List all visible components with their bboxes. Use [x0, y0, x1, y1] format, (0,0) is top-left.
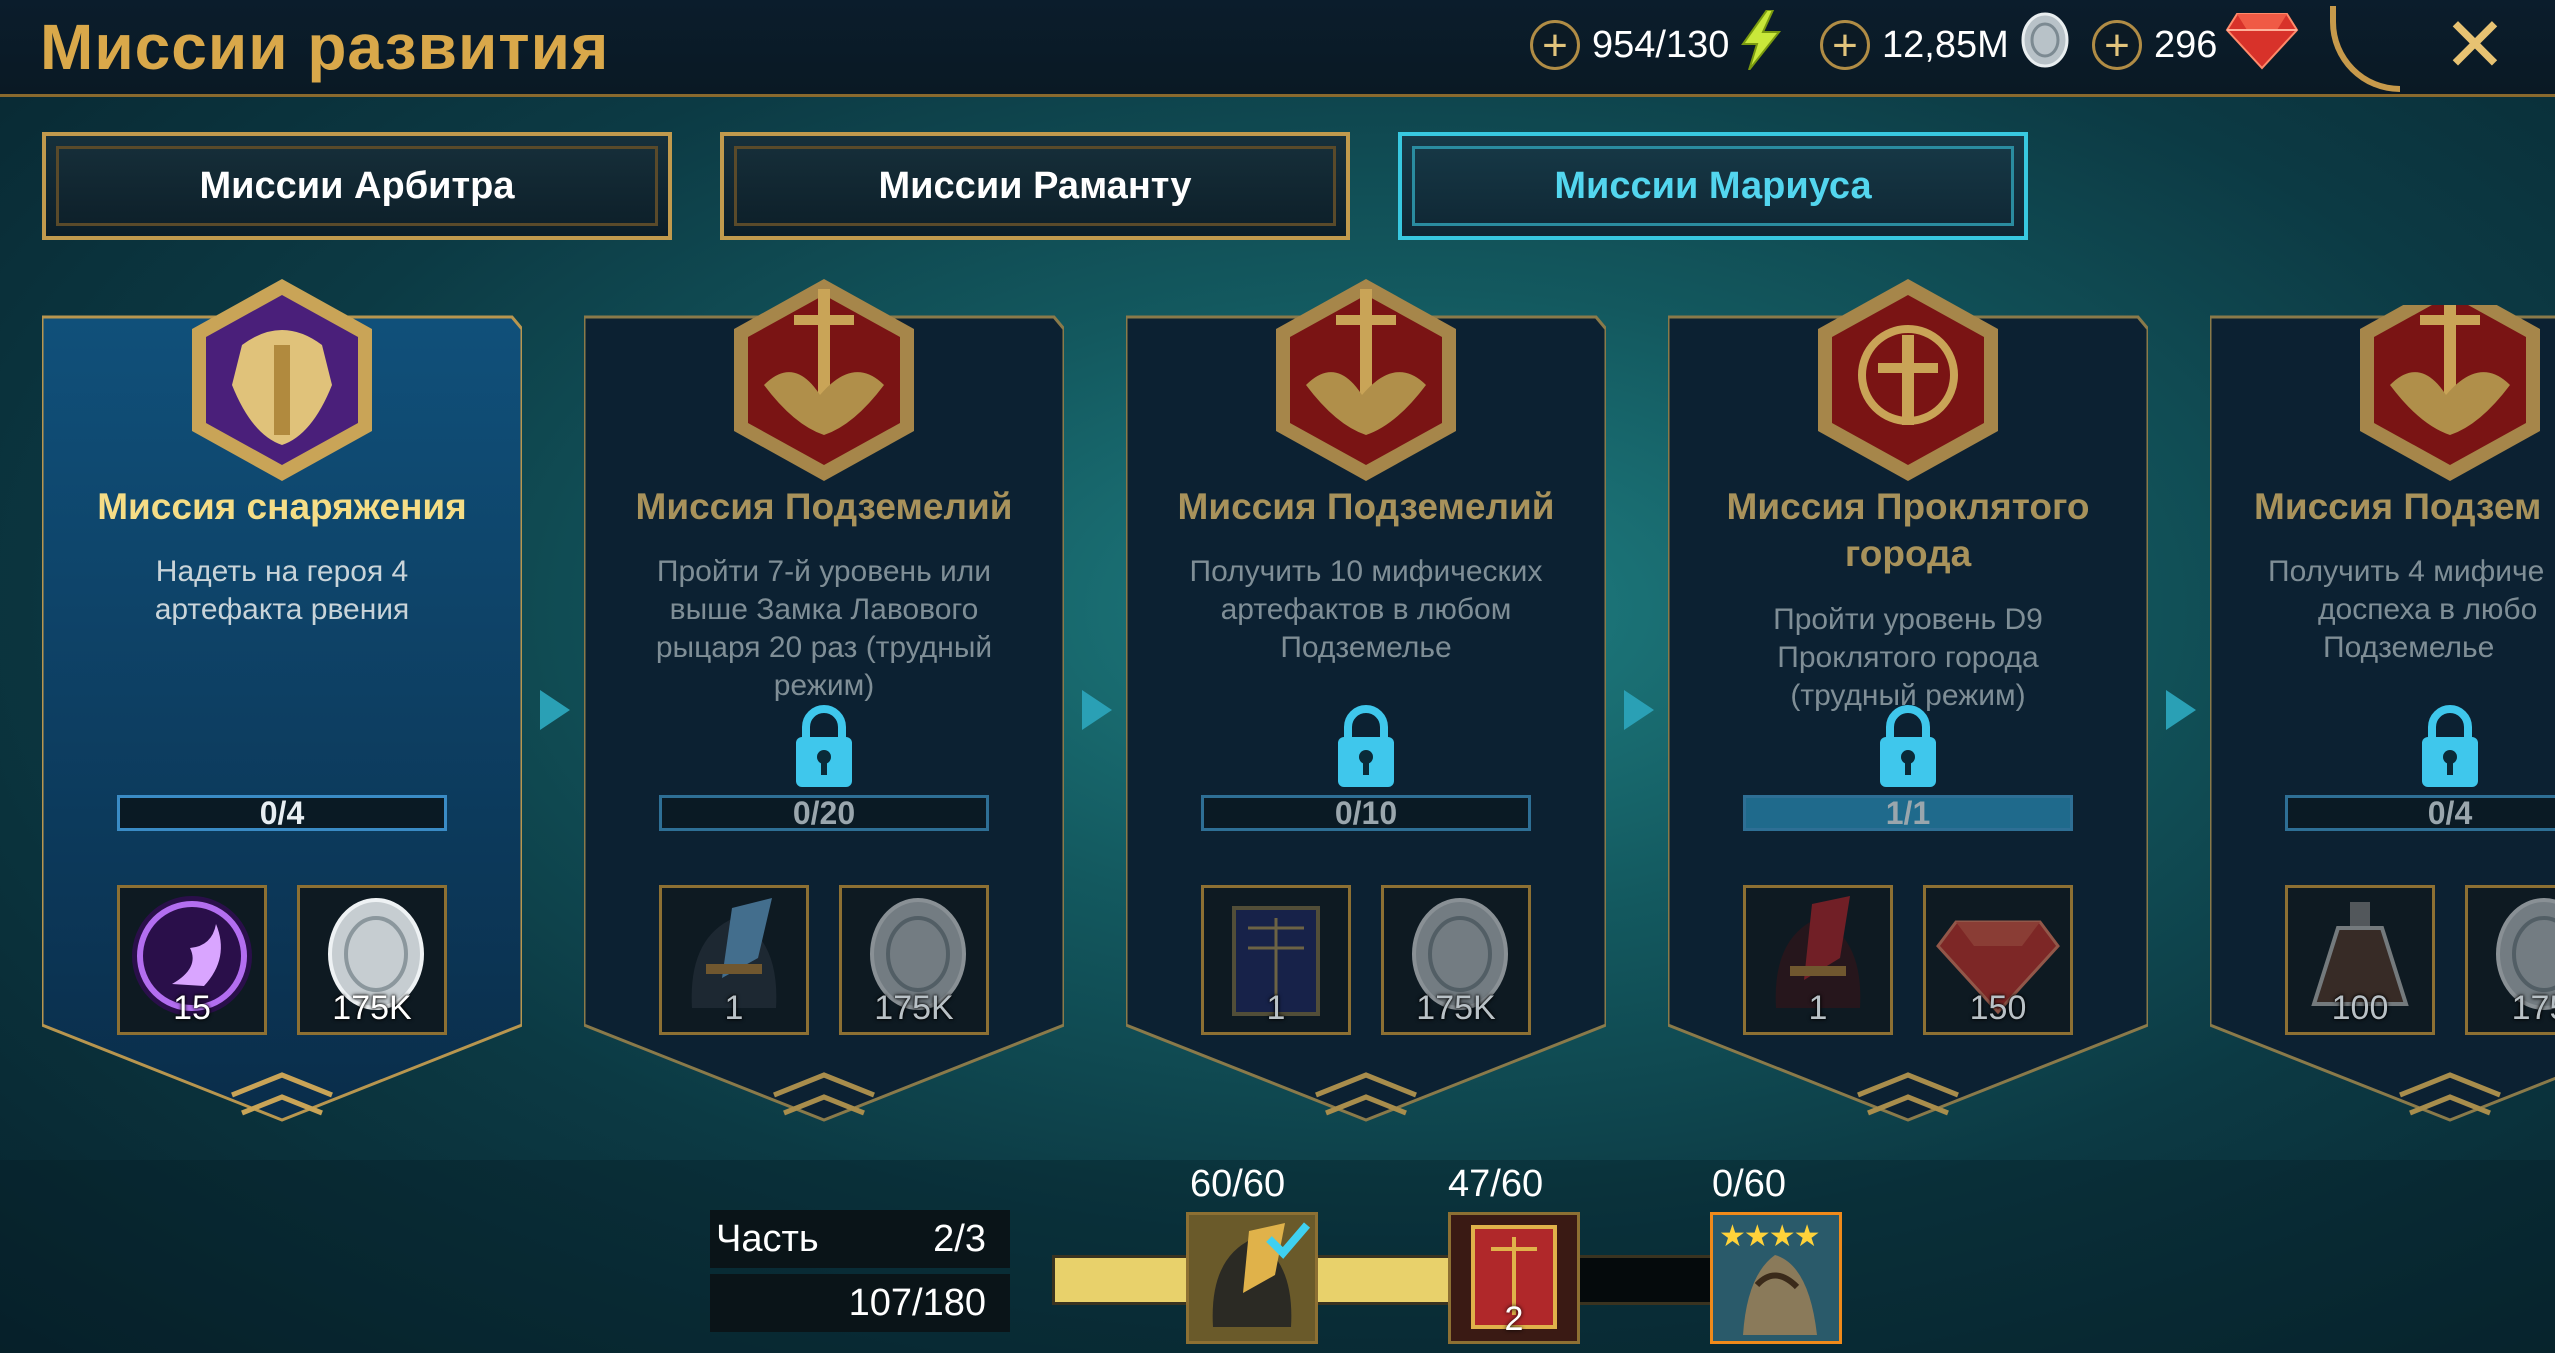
reward-amount: 2 — [1504, 1300, 1524, 1338]
reward-slot[interactable]: 100 — [2285, 885, 2435, 1035]
corner-ornament — [2330, 6, 2400, 92]
reward-amount: 175 — [2511, 989, 2555, 1027]
milestone-label: 0/60 — [1712, 1163, 1786, 1205]
reward-amount: 1 — [1266, 989, 1286, 1027]
milestone-label: 47/60 — [1448, 1163, 1544, 1205]
mission-description: Надеть на героя 4 артефакта рвения — [154, 555, 410, 626]
armor-emblem-icon — [192, 279, 372, 481]
milestone-reward[interactable]: 2 — [1448, 1212, 1580, 1344]
mission-title: Миссия Подземелий — [635, 486, 1013, 527]
next-arrow-icon — [2166, 690, 2196, 730]
add-silver-button[interactable]: + — [1820, 20, 1870, 70]
mission-progress-bar: 0/4 — [2285, 795, 2555, 831]
lightning-icon — [1737, 9, 1783, 80]
reward-amount: 15 — [173, 989, 211, 1027]
reward-slot[interactable]: 175K — [297, 885, 447, 1035]
next-arrow-icon — [540, 690, 570, 730]
lock-icon — [2422, 705, 2478, 787]
reward-slot[interactable]: 150 — [1923, 885, 2073, 1035]
lock-icon — [796, 705, 852, 787]
check-icon — [1266, 1222, 1311, 1259]
gems-resource: + 296 — [2092, 13, 2299, 76]
reward-slot[interactable]: 1 — [1743, 885, 1893, 1035]
milestone-reward[interactable] — [1186, 1212, 1318, 1344]
mission-description: Пройти 7-й уровень или выше Замка Лавовог… — [655, 555, 993, 702]
mission-progress-bar: 0/10 — [1201, 795, 1531, 831]
add-gems-button[interactable]: + — [2092, 20, 2142, 70]
reward-slot[interactable]: 1 — [659, 885, 809, 1035]
mission-progress-bar: 0/20 — [659, 795, 989, 831]
reward-amount: 175K — [1416, 989, 1496, 1027]
mission-card-equipment[interactable]: Миссия снаряжения Надеть на героя 4 артеф… — [42, 279, 522, 1125]
mission-title: Миссия Подзем — [2254, 486, 2542, 527]
reward-slot[interactable]: 175K — [839, 885, 989, 1035]
dungeon-emblem-icon — [1276, 279, 1456, 481]
mission-title: Миссия Подземелий — [1177, 486, 1555, 527]
star-rating: ★★★★ — [1719, 1220, 1821, 1253]
reward-slot[interactable]: 175K — [1381, 885, 1531, 1035]
silver-value: 12,85M — [1882, 23, 2009, 66]
reward-amount: 175K — [874, 989, 954, 1027]
cursed-city-emblem-icon — [1818, 279, 1998, 481]
mission-card-dungeon[interactable]: Миссия Подзем Получить 4 мифиче доспеха в… — [2210, 305, 2555, 1125]
reward-amount: 150 — [1969, 989, 2027, 1027]
reward-slot[interactable]: 15 — [117, 885, 267, 1035]
mission-card-dungeon[interactable]: Миссия Подземелий Получить 10 мифических… — [1126, 279, 1606, 1125]
next-arrow-icon — [1624, 690, 1654, 730]
mission-title: Миссия снаряжения — [97, 486, 467, 527]
next-arrow-icon — [1082, 690, 1112, 730]
lock-icon — [1880, 705, 1936, 787]
tab-marius-missions[interactable]: Миссии Мариуса — [1398, 132, 2028, 240]
energy-value: 954/130 — [1592, 23, 1730, 66]
mission-description: Пройти уровень D9 Проклятого города (трудн… — [1773, 603, 2043, 712]
part-indicator: Часть 2/3 — [710, 1210, 1010, 1268]
dungeon-emblem-icon — [734, 279, 914, 481]
reward-amount: 1 — [724, 989, 744, 1027]
tab-arbiter-missions[interactable]: Миссии Арбитра — [42, 132, 672, 240]
silver-coin-icon — [2017, 12, 2073, 78]
points-counter: 107/180 — [710, 1274, 1010, 1332]
milestone-progress-track — [1052, 1255, 1732, 1305]
page-title: Миссии развития — [40, 11, 610, 83]
reward-amount: 100 — [2331, 989, 2389, 1027]
mission-description: Получить 4 мифиче доспеха в любо Подземель… — [2268, 555, 2545, 664]
reward-slot[interactable]: 1 — [1201, 885, 1351, 1035]
reward-slot[interactable]: 175 — [2465, 885, 2555, 1035]
reward-amount: 175K — [332, 989, 412, 1027]
ruby-icon — [2225, 10, 2299, 80]
add-energy-button[interactable]: + — [1530, 20, 1580, 70]
dungeon-emblem-icon — [2360, 305, 2540, 481]
mission-progress-bar: 1/1 — [1743, 795, 2073, 831]
mission-title: Миссия Проклятого города — [1726, 486, 2090, 574]
energy-resource: + 954/130 — [1530, 9, 1783, 76]
top-bar: Миссии развития + 954/130 + 12,85M + 296… — [0, 0, 2555, 97]
close-icon[interactable]: ✕ — [2435, 6, 2515, 86]
lock-icon — [1338, 705, 1394, 787]
tab-ramantu-missions[interactable]: Миссии Раманту — [720, 132, 1350, 240]
mission-progress-bar: 0/4 — [117, 795, 447, 831]
gems-value: 296 — [2154, 23, 2218, 66]
milestone-reward[interactable]: ★★★★ — [1710, 1212, 1842, 1344]
silver-resource: + 12,85M — [1820, 12, 2073, 78]
milestone-label: 60/60 — [1190, 1163, 1286, 1205]
mission-card-cursed-city[interactable]: Миссия Проклятого города Пройти уровень D… — [1668, 279, 2148, 1125]
reward-amount: 1 — [1808, 989, 1828, 1027]
mission-card-dungeon[interactable]: Миссия Подземелий Пройти 7-й уровень или… — [584, 279, 1064, 1125]
mission-description: Получить 10 мифических артефактов в любом… — [1189, 555, 1543, 664]
